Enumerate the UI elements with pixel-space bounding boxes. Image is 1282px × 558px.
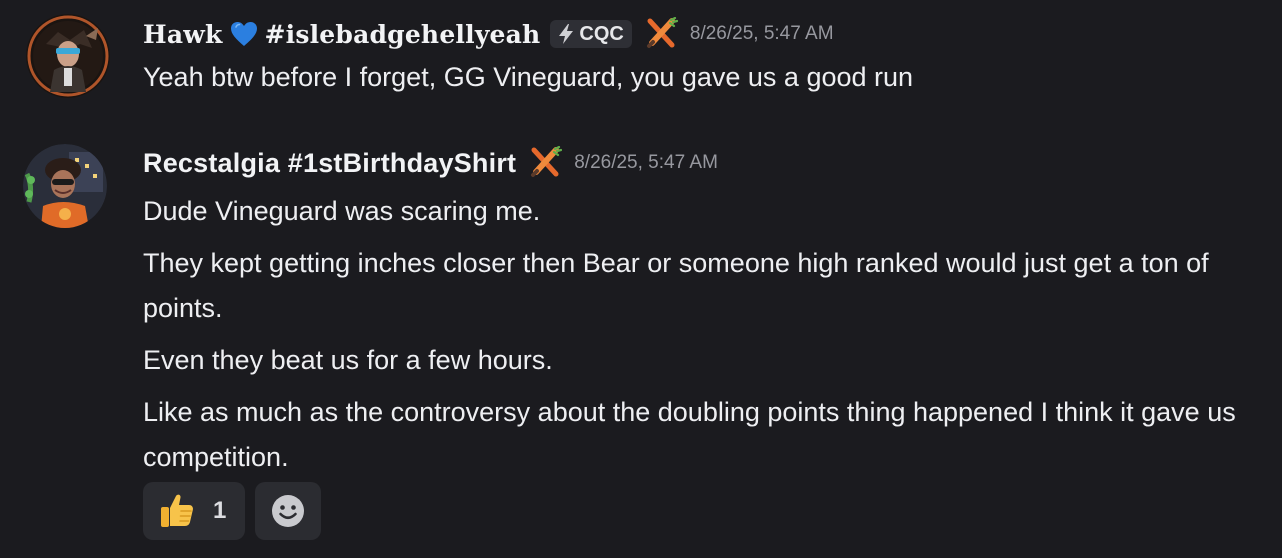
message-text-line: They kept getting inches closer then Bea… bbox=[143, 248, 1209, 323]
message-text-line: Like as much as the controversy about th… bbox=[143, 397, 1236, 472]
lightning-bolt-icon bbox=[556, 23, 576, 45]
chat-message-list: Hawk #islebadgehellyeah CQC 8/26/25, 5:4… bbox=[0, 0, 1282, 558]
avatar-hawk-image bbox=[26, 14, 110, 98]
message-header: Hawk #islebadgehellyeah CQC 8/26/25, 5:4… bbox=[143, 17, 834, 51]
reaction-thumbs-up[interactable]: 1 bbox=[143, 482, 245, 540]
username-suffix[interactable]: #islebadgehellyeah bbox=[264, 20, 540, 49]
avatar[interactable] bbox=[23, 144, 107, 228]
message-text-line: Dude Vineguard was scaring me. bbox=[143, 196, 541, 226]
reaction-bar: 1 bbox=[143, 482, 321, 540]
blue-heart-icon bbox=[230, 21, 258, 47]
crossed-carrot-sword-icon[interactable] bbox=[528, 146, 563, 180]
message-recstalgia: Recstalgia #1stBirthdayShirt 8/26/25, 5:… bbox=[0, 130, 1282, 550]
server-tag-badge[interactable]: CQC bbox=[550, 20, 632, 48]
thumbs-up-icon bbox=[157, 491, 197, 531]
crossed-carrot-sword-icon[interactable] bbox=[644, 17, 678, 51]
message-timestamp[interactable]: 8/26/25, 5:47 AM bbox=[690, 23, 834, 45]
message-text-line: Even they beat us for a few hours. bbox=[143, 345, 553, 375]
server-tag-label: CQC bbox=[579, 22, 624, 45]
add-reaction-button[interactable] bbox=[255, 482, 321, 540]
avatar-recstalgia-image bbox=[23, 144, 107, 228]
message-content: Dude Vineguard was scaring me. They kept… bbox=[143, 189, 1263, 487]
smile-add-reaction-icon bbox=[270, 493, 306, 529]
message-content: Yeah btw before I forget, GG Vineguard, … bbox=[143, 55, 1263, 107]
message-header: Recstalgia #1stBirthdayShirt 8/26/25, 5:… bbox=[143, 146, 718, 180]
username[interactable]: Recstalgia #1stBirthdayShirt bbox=[143, 148, 516, 179]
reaction-count: 1 bbox=[213, 497, 227, 524]
avatar[interactable] bbox=[26, 14, 110, 98]
message-timestamp[interactable]: 8/26/25, 5:47 AM bbox=[574, 152, 718, 174]
username[interactable]: Hawk bbox=[143, 20, 222, 49]
message-hawk: Hawk #islebadgehellyeah CQC 8/26/25, 5:4… bbox=[0, 0, 1282, 110]
message-text-line: Yeah btw before I forget, GG Vineguard, … bbox=[143, 62, 914, 92]
